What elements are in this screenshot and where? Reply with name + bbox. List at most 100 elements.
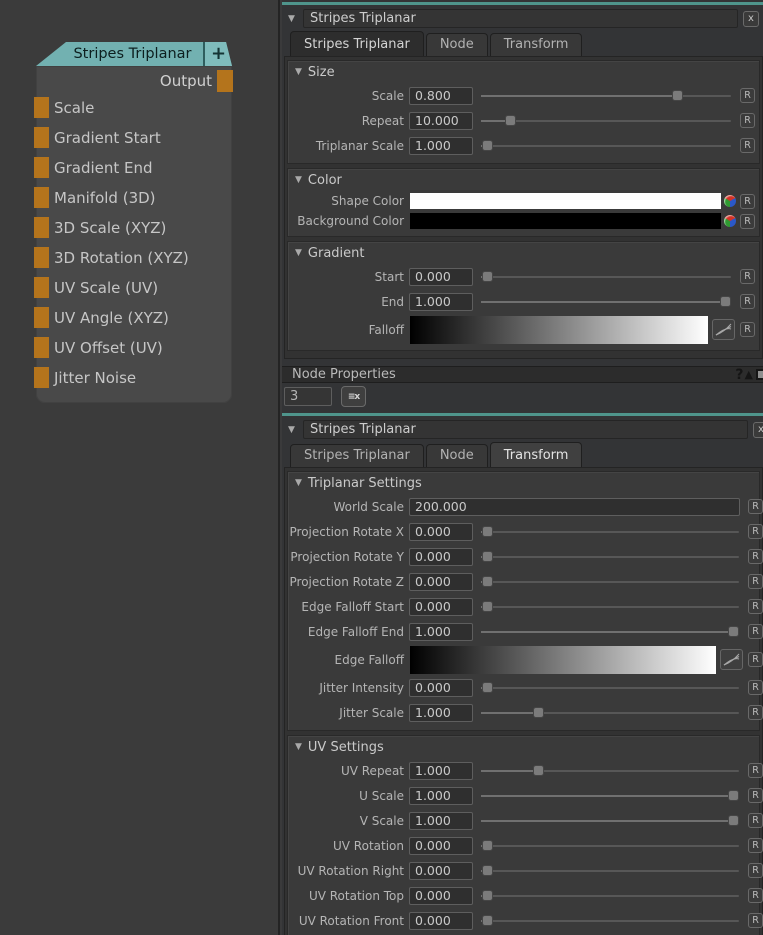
panel-header[interactable]: ▼Stripes Triplanarx: [288, 9, 759, 28]
slider-track[interactable]: [481, 870, 739, 872]
slider-track[interactable]: [481, 120, 731, 122]
reset-button[interactable]: R: [748, 705, 763, 720]
help-icon[interactable]: ?: [735, 367, 743, 383]
slider-handle[interactable]: [482, 526, 493, 537]
pin-icon[interactable]: ▲: [745, 368, 753, 381]
slider-handle[interactable]: [482, 890, 493, 901]
disclosure-triangle-icon[interactable]: ▼: [288, 14, 298, 24]
slider[interactable]: [481, 912, 739, 930]
value-input[interactable]: 0.000: [409, 573, 473, 591]
value-input[interactable]: 0.000: [409, 268, 473, 286]
slider-handle[interactable]: [533, 765, 544, 776]
multi-sample-button[interactable]: ≡x: [341, 386, 366, 407]
disclosure-triangle-icon[interactable]: ▼: [288, 425, 298, 435]
rgb-color-icon[interactable]: [724, 215, 736, 227]
section-header[interactable]: ▼Size: [288, 61, 759, 83]
tab-transform[interactable]: Transform: [490, 33, 583, 56]
slider[interactable]: [481, 704, 739, 722]
input-connector[interactable]: [34, 187, 49, 208]
slider-track[interactable]: [481, 606, 739, 608]
gradient-strip[interactable]: [410, 316, 708, 344]
reset-button[interactable]: R: [748, 838, 763, 853]
slider[interactable]: [481, 523, 739, 541]
color-swatch[interactable]: [410, 193, 721, 209]
close-button[interactable]: x: [753, 422, 763, 438]
reset-button[interactable]: R: [740, 194, 755, 209]
node-stripes-triplanar[interactable]: Stripes Triplanar + Output ScaleGradient…: [36, 42, 232, 403]
reset-button[interactable]: R: [748, 913, 763, 928]
slider-track[interactable]: [481, 920, 739, 922]
slider[interactable]: [481, 598, 739, 616]
slider[interactable]: [481, 87, 731, 105]
reset-button[interactable]: R: [748, 788, 763, 803]
reset-button[interactable]: R: [748, 624, 763, 639]
value-input[interactable]: 1.000: [409, 137, 473, 155]
slider-handle[interactable]: [482, 840, 493, 851]
slider-handle[interactable]: [672, 90, 683, 101]
slider[interactable]: [481, 862, 739, 880]
section-header[interactable]: ▼Triplanar Settings: [288, 472, 759, 494]
value-input[interactable]: 0.800: [409, 87, 473, 105]
value-input[interactable]: 1.000: [409, 623, 473, 641]
slider-track[interactable]: [481, 145, 731, 147]
slider-handle[interactable]: [482, 140, 493, 151]
disclosure-triangle-icon[interactable]: ▼: [295, 67, 302, 77]
reset-button[interactable]: R: [748, 599, 763, 614]
slider[interactable]: [481, 762, 739, 780]
input-connector[interactable]: [34, 127, 49, 148]
section-header[interactable]: ▼UV Settings: [288, 736, 759, 758]
value-input[interactable]: 1.000: [409, 293, 473, 311]
close-button[interactable]: x: [743, 11, 759, 27]
slider-handle[interactable]: [720, 296, 731, 307]
curve-edit-button[interactable]: [720, 649, 743, 670]
node-input-row[interactable]: Jitter Noise: [36, 363, 232, 393]
node-input-row[interactable]: Scale: [36, 93, 232, 123]
value-input[interactable]: 0.000: [409, 598, 473, 616]
slider-track[interactable]: [481, 845, 739, 847]
slider[interactable]: [481, 787, 739, 805]
reset-button[interactable]: R: [748, 549, 763, 564]
gradient-strip[interactable]: [410, 646, 716, 674]
reset-button[interactable]: R: [740, 214, 755, 229]
rgb-color-icon[interactable]: [724, 195, 736, 207]
tab-stripes-triplanar[interactable]: Stripes Triplanar: [290, 444, 424, 467]
reset-button[interactable]: R: [748, 813, 763, 828]
slider[interactable]: [481, 812, 739, 830]
value-input[interactable]: 1.000: [409, 787, 473, 805]
value-input[interactable]: 1.000: [409, 812, 473, 830]
node-input-row[interactable]: UV Offset (UV): [36, 333, 232, 363]
reset-button[interactable]: R: [740, 138, 755, 153]
slider-track[interactable]: [481, 895, 739, 897]
slider[interactable]: [481, 548, 739, 566]
disclosure-triangle-icon[interactable]: ▼: [295, 175, 302, 185]
disclosure-triangle-icon[interactable]: ▼: [295, 248, 302, 258]
reset-button[interactable]: R: [748, 763, 763, 778]
slider[interactable]: [481, 112, 731, 130]
input-connector[interactable]: [34, 217, 49, 238]
slider-handle[interactable]: [482, 865, 493, 876]
popout-window-icon[interactable]: [756, 369, 763, 380]
slider-handle[interactable]: [482, 271, 493, 282]
slider[interactable]: [481, 837, 739, 855]
color-swatch[interactable]: [410, 213, 721, 229]
input-connector[interactable]: [34, 157, 49, 178]
value-input[interactable]: 10.000: [409, 112, 473, 130]
value-input[interactable]: 0.000: [409, 862, 473, 880]
slider-handle[interactable]: [728, 790, 739, 801]
slider-handle[interactable]: [482, 682, 493, 693]
value-input[interactable]: 0.000: [409, 912, 473, 930]
reset-button[interactable]: R: [740, 88, 755, 103]
section-header[interactable]: ▼Color: [288, 169, 759, 191]
input-connector[interactable]: [34, 247, 49, 268]
reset-button[interactable]: R: [748, 888, 763, 903]
slider-handle[interactable]: [728, 626, 739, 637]
value-input[interactable]: 0.000: [409, 887, 473, 905]
input-connector[interactable]: [34, 337, 49, 358]
slider-handle[interactable]: [533, 707, 544, 718]
section-header[interactable]: ▼Gradient: [288, 242, 759, 264]
slider[interactable]: [481, 137, 731, 155]
slider-handle[interactable]: [728, 815, 739, 826]
input-connector[interactable]: [34, 97, 49, 118]
output-connector[interactable]: [217, 70, 233, 92]
slider-track[interactable]: [481, 276, 731, 278]
